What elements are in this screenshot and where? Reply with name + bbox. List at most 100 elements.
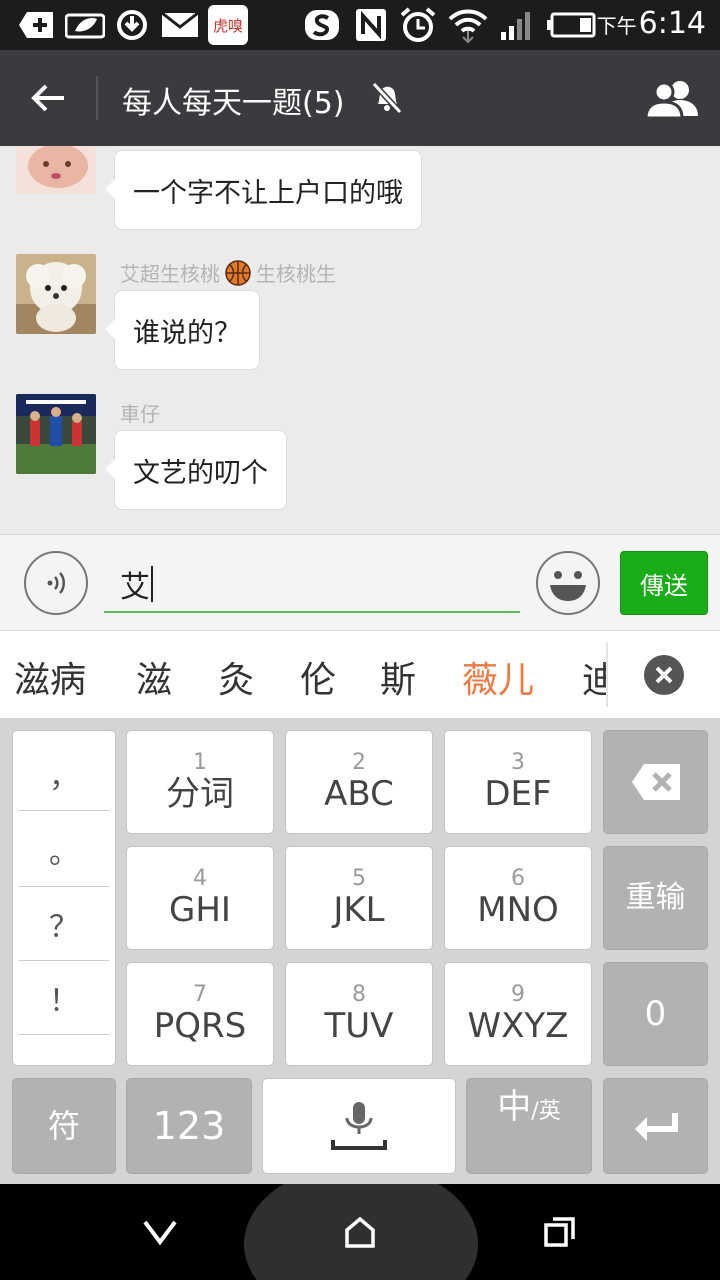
enter-icon: [634, 1113, 678, 1141]
avatar[interactable]: [16, 146, 96, 194]
clock: 下午 6:14: [597, 6, 706, 41]
recents-icon: [544, 1217, 575, 1247]
key-4[interactable]: 4 GHI: [126, 846, 274, 950]
message-bubble[interactable]: 谁说的？: [105, 290, 260, 370]
s-icon: [302, 9, 342, 41]
bell-off-icon: [370, 81, 404, 118]
punct-key[interactable]: 。: [19, 813, 109, 887]
key-9[interactable]: 9 WXYZ: [444, 962, 592, 1066]
chevron-down-icon: [143, 1220, 177, 1246]
nav-recents-button[interactable]: [534, 1208, 586, 1256]
key-number: 7: [193, 982, 207, 1007]
key-8[interactable]: 8 TUV: [285, 962, 433, 1066]
voice-button[interactable]: [24, 551, 88, 615]
retype-key[interactable]: 重输: [603, 846, 708, 950]
symbol-key[interactable]: 符: [12, 1078, 116, 1174]
ime-candidates: 滋病 滋 灸 伦 斯 薇儿 迪: [0, 630, 720, 718]
backspace-key[interactable]: [603, 730, 708, 834]
key-label: DEF: [484, 774, 552, 814]
header-divider: [96, 76, 98, 120]
sender-name-part: 艾超生核桃: [120, 262, 220, 286]
key-7[interactable]: 7 PQRS: [126, 962, 274, 1066]
mail-icon: [160, 9, 200, 41]
input-value: 艾: [120, 570, 150, 605]
enter-key[interactable]: [603, 1078, 708, 1174]
group-icon: [644, 81, 698, 118]
message-bubble[interactable]: 文艺的叨个: [105, 430, 287, 510]
battery-icon: [546, 9, 596, 41]
key-label: MNO: [477, 890, 559, 930]
key-number: 5: [352, 866, 366, 891]
key-number: 8: [352, 982, 366, 1007]
home-icon: [345, 1216, 375, 1248]
leaf-icon: [64, 9, 106, 41]
candidate-list[interactable]: 滋病 滋 灸 伦 斯 薇儿 迪: [0, 631, 606, 718]
key-label: 重输: [625, 880, 686, 915]
space-mic-key[interactable]: [262, 1078, 456, 1174]
send-button[interactable]: 傳送: [620, 551, 708, 615]
candidate-item[interactable]: 伦: [300, 651, 336, 703]
back-button[interactable]: [22, 74, 74, 122]
key-label: TUV: [324, 1006, 394, 1046]
message-text: 谁说的？: [133, 317, 241, 349]
key-label: JKL: [333, 890, 385, 930]
close-icon: [655, 666, 673, 684]
wifi-icon: [448, 9, 488, 43]
clock-ampm: 下午: [596, 14, 637, 38]
avatar[interactable]: [16, 394, 96, 474]
lang-alt-label: /英: [531, 1099, 561, 1124]
message-bubble[interactable]: 一个字不让上户口的哦: [105, 150, 422, 230]
basketball-icon: [225, 259, 251, 286]
candidate-item[interactable]: 滋: [136, 651, 172, 703]
status-bar: 虎嗅 下午 6:14: [0, 0, 720, 50]
candidate-item[interactable]: 滋病: [14, 651, 86, 703]
punct-key[interactable]: ？: [19, 887, 109, 961]
language-toggle-key[interactable]: 中 /英: [466, 1078, 592, 1174]
app-badge-icon: 虎嗅: [208, 5, 248, 45]
key-number: 1: [193, 750, 207, 775]
sync-icon: [114, 9, 150, 41]
key-6[interactable]: 6 MNO: [444, 846, 592, 950]
punctuation-column[interactable]: ， 。 ？ ！: [12, 730, 116, 1066]
numbers-key[interactable]: 123: [126, 1078, 252, 1174]
candidate-item[interactable]: 迪: [582, 651, 606, 703]
smiley-icon: [550, 571, 586, 601]
arrow-left-icon: [31, 84, 64, 112]
candidate-item[interactable]: 灸: [218, 651, 254, 703]
key-label: 0: [644, 994, 667, 1034]
message-input[interactable]: 艾: [104, 557, 520, 613]
chat-title: 每人每天一题(5): [122, 86, 345, 121]
candidate-divider: [606, 643, 608, 707]
composer: 艾 傳送: [0, 534, 720, 630]
app-badge-text: 虎嗅: [212, 16, 243, 35]
key-3[interactable]: 3 DEF: [444, 730, 592, 834]
key-number: 9: [511, 982, 525, 1007]
avatar[interactable]: [16, 254, 96, 334]
nav-back-button[interactable]: [134, 1208, 186, 1256]
key-1[interactable]: 1 分词: [126, 730, 274, 834]
candidate-item-highlighted[interactable]: 薇儿: [462, 651, 534, 703]
key-2[interactable]: 2 ABC: [285, 730, 433, 834]
keyboard: ， 。 ？ ！ 1 分词 2 ABC 3 DEF 4 GHI 5 JKL 6 M…: [0, 718, 720, 1184]
key-number: 4: [193, 866, 207, 891]
key-0[interactable]: 0: [603, 962, 708, 1066]
backspace-icon: [631, 764, 680, 800]
key-5[interactable]: 5 JKL: [285, 846, 433, 950]
key-label: ABC: [324, 774, 394, 814]
message-list[interactable]: 一个字不让上户口的哦 艾超生核桃 生核桃生 谁说的？ 車仔 文艺的叨个: [0, 146, 720, 534]
navigation-bar: [0, 1184, 720, 1280]
message-text: 文艺的叨个: [133, 457, 268, 489]
punct-key[interactable]: ！: [19, 961, 109, 1035]
punct-key[interactable]: ，: [19, 737, 109, 811]
key-number: 6: [511, 866, 525, 891]
nfc-icon: [354, 9, 388, 41]
text-caret: [151, 566, 153, 602]
key-number: 3: [511, 750, 525, 775]
emoji-button[interactable]: [536, 551, 600, 615]
key-number: 2: [352, 750, 366, 775]
candidate-item[interactable]: 斯: [380, 651, 416, 703]
collapse-candidates-button[interactable]: [644, 655, 684, 695]
members-button[interactable]: [642, 74, 702, 122]
key-label: 123: [152, 1104, 226, 1148]
nav-home-button[interactable]: [334, 1208, 386, 1256]
